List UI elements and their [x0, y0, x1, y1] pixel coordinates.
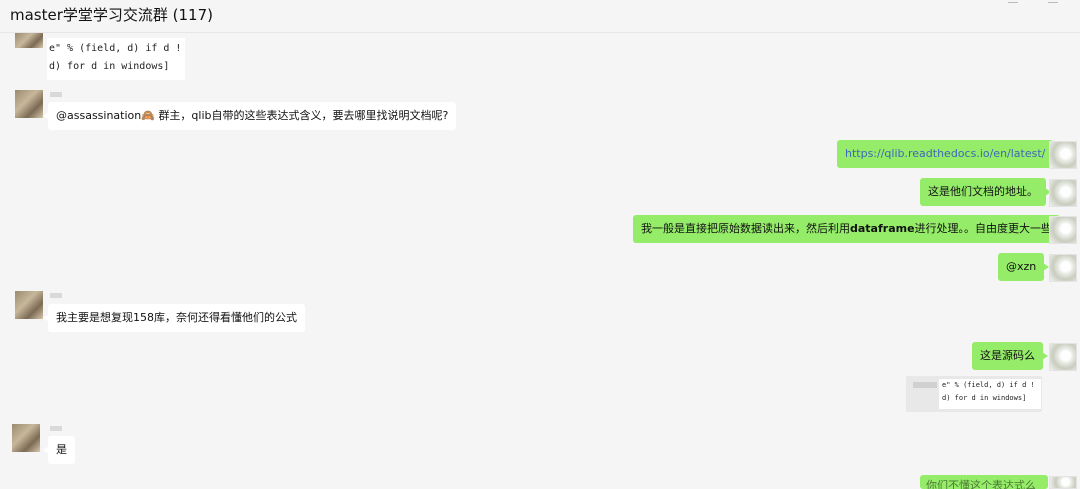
- my-avatar[interactable]: [1049, 476, 1077, 489]
- message-text: @assassination🙈 群主，qlib自带的这些表达式含义，要去哪里找说…: [56, 109, 449, 122]
- chat-title: master学堂学习交流群 (117): [10, 6, 213, 24]
- message-bubble[interactable]: 我主要是想复现158库，奈何还得看懂他们的公式: [43, 304, 305, 332]
- message-bubble[interactable]: @assassination🙈 群主，qlib自带的这些表达式含义，要去哪里找说…: [42, 102, 457, 130]
- my-avatar[interactable]: [1049, 141, 1077, 169]
- message-bubble[interactable]: @xzn: [998, 253, 1050, 281]
- avatar[interactable]: [15, 291, 43, 319]
- sender-name: [50, 426, 62, 431]
- avatar[interactable]: [15, 33, 43, 48]
- sender-name: [50, 293, 62, 298]
- chat-header: master学堂学习交流群 (117): [0, 0, 1080, 33]
- my-avatar[interactable]: [1049, 343, 1077, 371]
- message-bubble[interactable]: 这是他们文档的地址。: [920, 178, 1051, 206]
- message-text: 你们不懂这个表达式么: [926, 479, 1036, 489]
- message-bubble[interactable]: 是: [43, 436, 75, 464]
- maximize-icon[interactable]: [1048, 0, 1058, 3]
- message-text: 我主要是想复现158库，奈何还得看懂他们的公式: [56, 311, 297, 324]
- message-text: 是: [56, 443, 67, 456]
- avatar[interactable]: [12, 424, 40, 452]
- avatar[interactable]: [15, 90, 43, 118]
- my-avatar[interactable]: [1049, 179, 1077, 207]
- message-text: 这是源码么: [980, 349, 1035, 362]
- window-controls[interactable]: [1008, 0, 1068, 6]
- my-avatar[interactable]: [1049, 254, 1077, 282]
- code-image-message[interactable]: e" % (field, d) if d ! d) for d in windo…: [906, 376, 1042, 412]
- message-link[interactable]: https://qlib.readthedocs.io/en/latest/: [845, 147, 1045, 160]
- my-avatar[interactable]: [1049, 216, 1077, 244]
- message-bubble[interactable]: 我一般是直接把原始数据读出来，然后利用dataframe进行处理。。自由度更大一…: [633, 215, 1066, 243]
- minimize-icon[interactable]: [1008, 0, 1018, 3]
- code-snippet-image: e" % (field, d) if d ! d) for d in windo…: [939, 379, 1041, 409]
- message-text: 这是他们文档的地址。: [928, 185, 1038, 198]
- code-snippet-image[interactable]: e" % (field, d) if d ! d) for d in windo…: [47, 38, 185, 80]
- message-bubble[interactable]: 这是源码么: [972, 342, 1048, 370]
- message-bubble[interactable]: https://qlib.readthedocs.io/en/latest/: [837, 140, 1059, 168]
- message-text: @xzn: [1006, 260, 1037, 273]
- image-thumbnail: [913, 382, 937, 388]
- sender-name: [50, 92, 62, 97]
